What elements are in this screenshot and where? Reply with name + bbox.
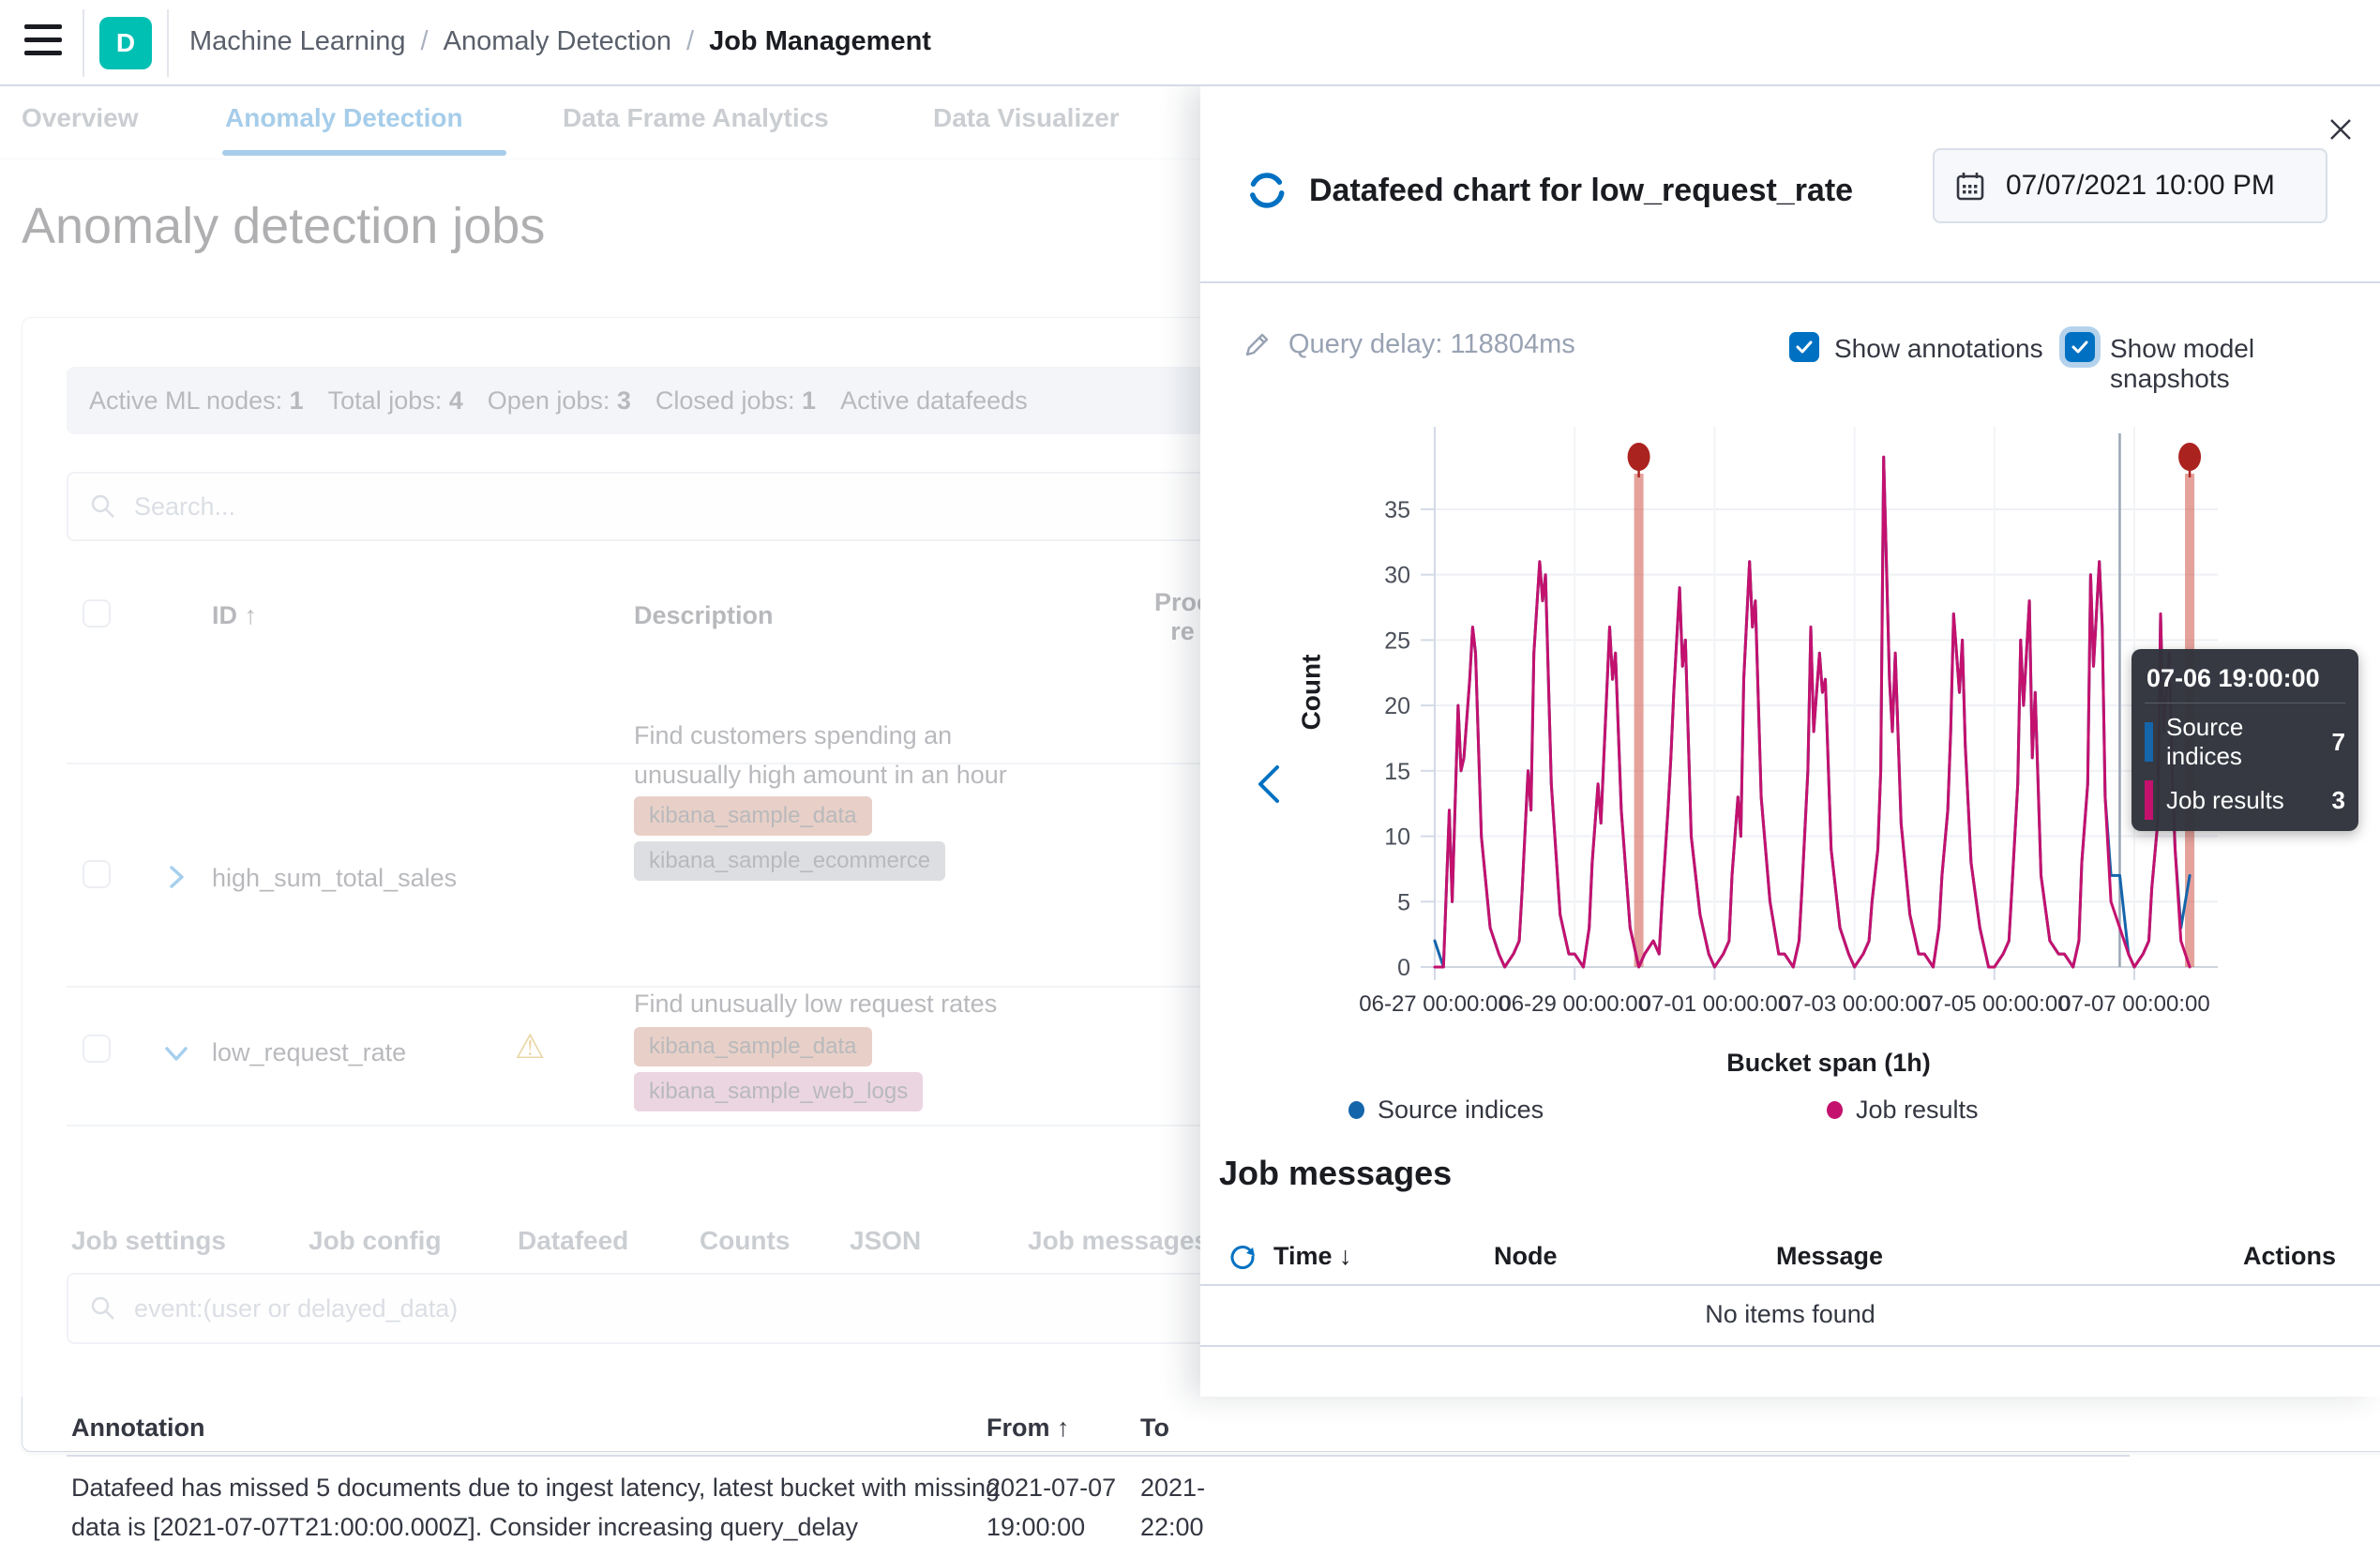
no-items-found: No items found (1200, 1300, 2380, 1329)
breadcrumb-anomaly-detection[interactable]: Anomaly Detection (444, 26, 671, 57)
svg-text:10: 10 (1384, 824, 1410, 851)
svg-text:07-03 00:00:00: 07-03 00:00:00 (1779, 991, 1930, 1017)
svg-text:0: 0 (1397, 955, 1410, 981)
column-header-actions: Actions (2243, 1242, 2336, 1271)
legend-item-job-results[interactable]: Job results (1827, 1096, 1979, 1125)
tooltip-series-swatch (2145, 780, 2153, 820)
legend-dot (1827, 1101, 1843, 1119)
svg-text:07-07 00:00:00: 07-07 00:00:00 (2058, 991, 2209, 1017)
annotation-text: data is [2021-07-07T21:00:00.000Z]. Cons… (71, 1513, 858, 1542)
top-navbar: D Machine Learning / Anomaly Detection /… (0, 0, 2380, 86)
annotation-to: 22:00 (1140, 1513, 1204, 1542)
legend-dot (1348, 1101, 1364, 1119)
chart-legend: Source indices Job results (1200, 1096, 2380, 1133)
space-avatar[interactable]: D (99, 17, 152, 69)
column-header-node[interactable]: Node (1494, 1242, 1558, 1271)
column-header-from[interactable]: From ↑ (987, 1414, 1070, 1443)
refresh-icon[interactable] (1228, 1244, 1257, 1272)
sort-asc-icon: ↑ (1057, 1414, 1070, 1442)
navbar-divider (83, 9, 84, 77)
svg-text:25: 25 (1384, 627, 1410, 654)
annotation-from: 2021-07-07 (987, 1474, 1116, 1503)
navbar-divider (167, 9, 169, 77)
breadcrumb: Machine Learning / Anomaly Detection / J… (189, 26, 931, 57)
svg-text:35: 35 (1384, 497, 1410, 523)
legend-item-source-indices[interactable]: Source indices (1348, 1096, 1544, 1125)
table-divider (1200, 1284, 2380, 1286)
svg-text:5: 5 (1397, 889, 1410, 915)
table-divider (67, 1455, 2130, 1457)
sort-desc-icon: ↓ (1339, 1242, 1352, 1270)
tooltip-series-swatch (2145, 722, 2153, 762)
column-header-time[interactable]: Time ↓ (1273, 1242, 1352, 1271)
svg-text:06-29 00:00:00: 06-29 00:00:00 (1499, 991, 1649, 1017)
breadcrumb-machine-learning[interactable]: Machine Learning (189, 26, 406, 57)
column-header-annotation[interactable]: Annotation (71, 1414, 204, 1443)
annotation-from: 19:00:00 (987, 1513, 1085, 1542)
job-messages-title: Job messages (1219, 1154, 1452, 1193)
svg-text:06-27 00:00:00: 06-27 00:00:00 (1359, 991, 1510, 1017)
svg-text:20: 20 (1384, 693, 1410, 719)
annotation-text: Datafeed has missed 5 documents due to i… (71, 1474, 1000, 1503)
svg-text:30: 30 (1384, 563, 1410, 589)
datafeed-chart-flyout: Datafeed chart for low_request_rate 07/0… (1200, 86, 2380, 1397)
column-header-message[interactable]: Message (1776, 1242, 1883, 1271)
breadcrumb-separator: / (421, 26, 429, 57)
tooltip-timestamp: 07-06 19:00:00 (2145, 658, 2345, 703)
svg-text:07-05 00:00:00: 07-05 00:00:00 (1919, 991, 2070, 1017)
svg-text:07-01 00:00:00: 07-01 00:00:00 (1639, 991, 1790, 1017)
breadcrumb-job-management: Job Management (709, 26, 931, 57)
tooltip-row-source-indices: Source indices 7 (2145, 713, 2345, 771)
svg-text:15: 15 (1384, 759, 1410, 785)
breadcrumb-separator: / (686, 26, 694, 57)
x-axis-label: Bucket span (1h) (1604, 1049, 2054, 1078)
chart-tooltip: 07-06 19:00:00 Source indices 7 Job resu… (2131, 649, 2358, 831)
annotation-to: 2021- (1140, 1474, 1205, 1503)
table-divider (1200, 1345, 2380, 1347)
column-header-to[interactable]: To (1140, 1414, 1169, 1443)
tooltip-row-job-results: Job results 3 (2145, 780, 2345, 820)
y-axis-label: Count (1296, 655, 1326, 731)
menu-icon[interactable] (24, 24, 62, 62)
